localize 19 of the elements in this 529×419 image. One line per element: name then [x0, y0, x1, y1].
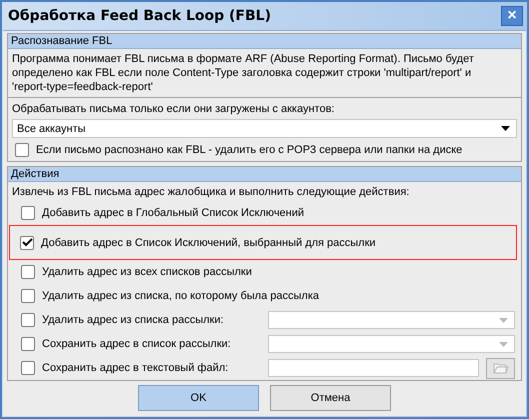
checkbox-label: Если письмо распознано как FBL - удалить его с POP3 сервера или папки на диске [36, 143, 462, 157]
accounts-dropdown[interactable]: Все аккаунты [12, 119, 517, 138]
ok-button[interactable]: OK [138, 385, 259, 411]
window-title: Обработка Feed Back Loop (FBL) [8, 8, 271, 24]
checkbox-label: Добавить адрес в Глобальный Список Исключений [42, 206, 304, 220]
checkbox-label: Добавить адрес в Список Исключений, выбранный для рассылки [41, 236, 376, 250]
checkbox-label: Сохранить адрес в список рассылки: [42, 337, 232, 351]
accounts-label: Обрабатывать письма только если они загружены с аккаунтов: [11, 102, 336, 117]
dropdown-value: Все аккаунты [17, 122, 86, 134]
checkbox-label: Удалить адрес из списка, по которому была рассылка [42, 289, 319, 303]
section-header: Распознавание FBL [8, 34, 521, 49]
checkbox-label: Удалить адрес из списка рассылки: [42, 313, 225, 327]
description-text: Программа понимает FBL письма в формате ARF (Abuse Reporting Format). Письмо будет определено как FBL если поле Content-Type заголовка содержит строки 'multipart/report' и 'report-type=feedback-report' [11, 52, 475, 95]
section-header: Действия [8, 167, 521, 182]
checkbox-label: Удалить адрес из всех списков рассылки [42, 265, 253, 279]
checkbox-label: Сохранить адрес в текстовый файл: [42, 361, 230, 375]
cancel-button[interactable]: Отмена [270, 385, 391, 411]
close-button[interactable]: × [501, 6, 523, 26]
instruction-text: Извлечь из FBL письма адрес жалобщика и выполнить следующие действия: [11, 185, 410, 200]
